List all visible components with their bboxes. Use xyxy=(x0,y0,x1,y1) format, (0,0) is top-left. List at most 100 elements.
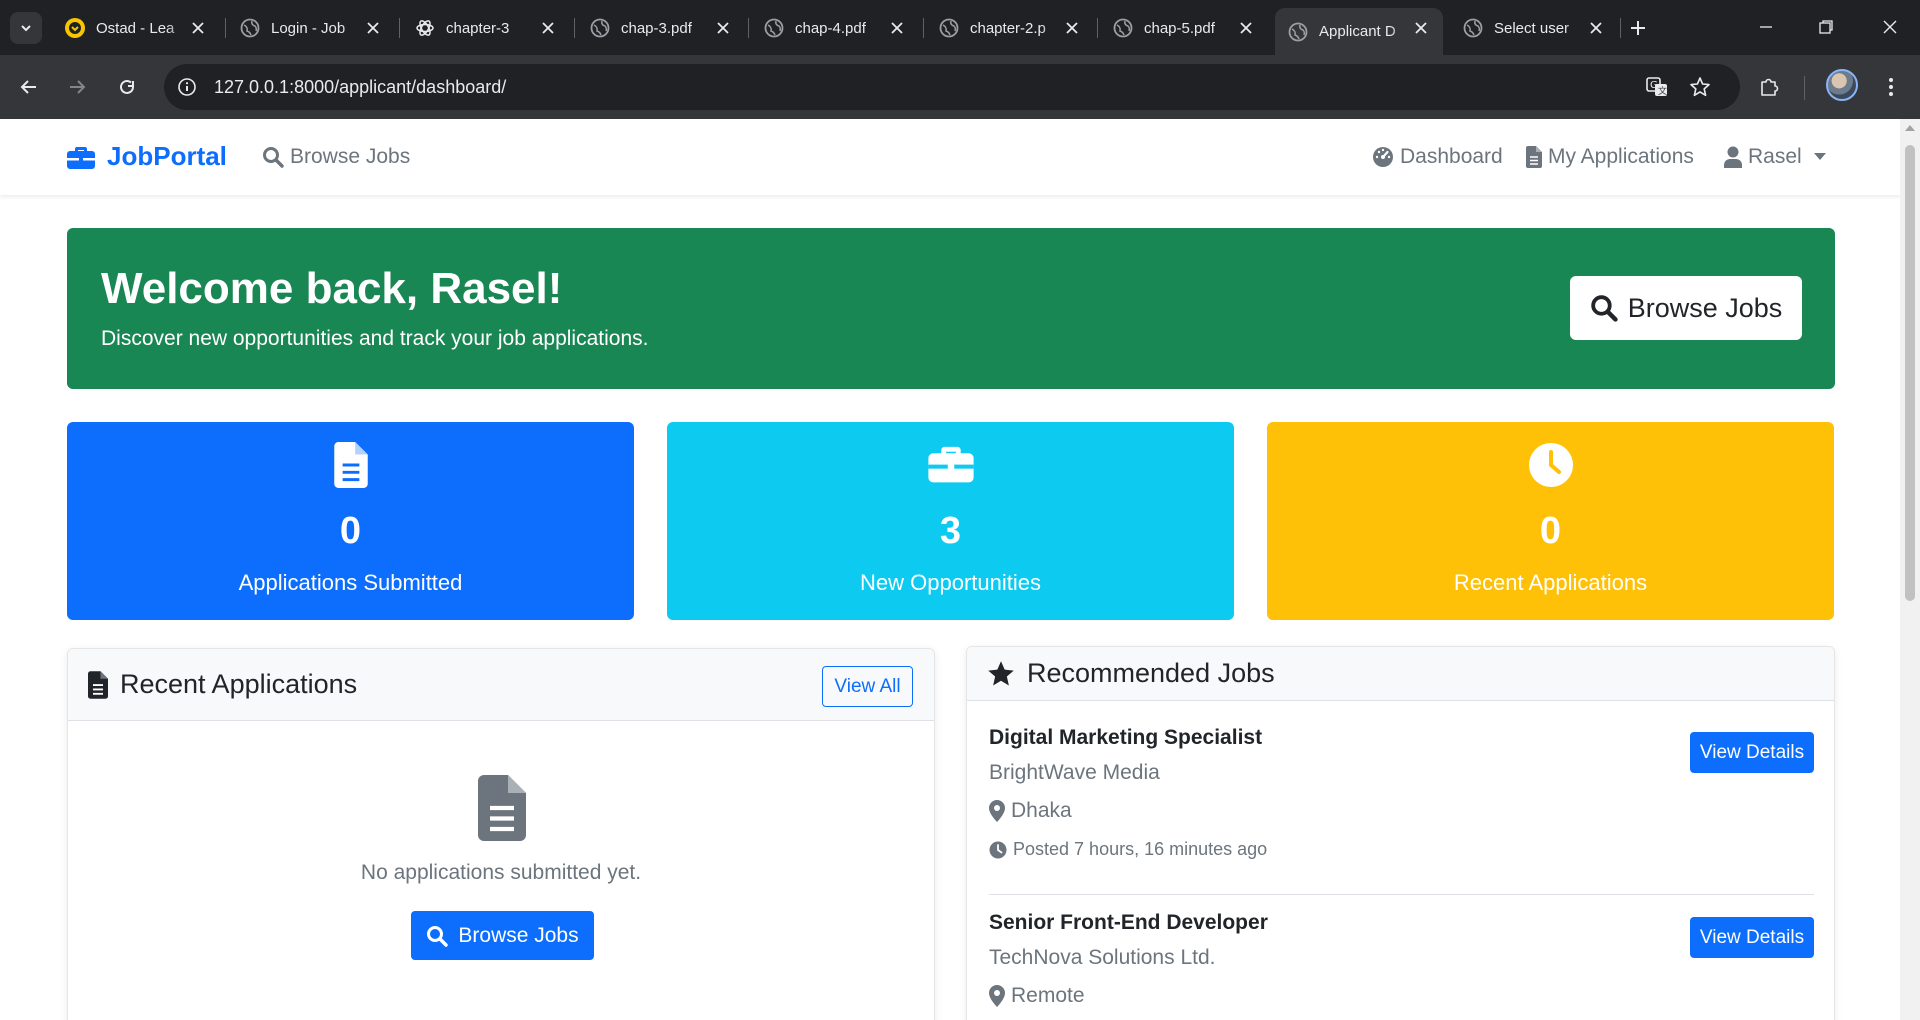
recent-applications-card: Recent Applications View All No applicat… xyxy=(67,648,935,1020)
chevron-down-icon xyxy=(21,25,31,32)
close-icon[interactable] xyxy=(887,18,907,38)
site-info-icon[interactable] xyxy=(176,76,198,98)
stat-label: Recent Applications xyxy=(1453,570,1648,595)
stat-card-new-opportunities: 3 New Opportunities xyxy=(667,422,1234,620)
user-menu-dropdown[interactable]: Rasel xyxy=(1724,145,1832,169)
close-icon[interactable] xyxy=(1586,18,1606,38)
arrow-left-icon xyxy=(20,80,36,94)
view-all-button[interactable]: View All xyxy=(822,666,913,707)
close-window-button[interactable] xyxy=(1870,12,1910,42)
job-listing: Senior Front-End Developer TechNova Solu… xyxy=(989,911,1814,1020)
hero-browse-jobs-label: Browse Jobs xyxy=(1627,292,1783,323)
browser-tab-select-user[interactable]: Select user xyxy=(1450,8,1618,48)
empty-browse-jobs-button[interactable]: Browse Jobs xyxy=(411,911,594,960)
extensions-button[interactable] xyxy=(1754,72,1784,102)
globe-icon xyxy=(239,17,261,39)
restore-icon xyxy=(1819,20,1833,34)
tab-separator xyxy=(574,18,575,38)
job-divider xyxy=(989,894,1814,895)
card-title-text: Recent Applications xyxy=(120,669,358,699)
tab-separator xyxy=(748,18,749,38)
new-tab-button[interactable] xyxy=(1624,14,1652,42)
browser-tab-chap-5-pdf[interactable]: chap-5.pdf xyxy=(1100,8,1268,48)
scroll-up-arrow[interactable] xyxy=(1905,125,1915,131)
nav-dashboard[interactable]: Dashboard xyxy=(1372,145,1503,169)
address-bar[interactable]: 127.0.0.1:8000/applicant/dashboard/ xyxy=(164,64,1740,110)
globe-icon xyxy=(1287,21,1309,43)
job-posted-time: Posted 7 hours, 16 minutes ago xyxy=(989,839,1267,860)
browser-tab-ostad[interactable]: Ostad - Lea xyxy=(52,8,220,48)
recent-applications-title: Recent Applications xyxy=(88,669,357,700)
view-details-button[interactable]: View Details xyxy=(1690,917,1814,958)
close-icon[interactable] xyxy=(1062,18,1082,38)
forward-button[interactable] xyxy=(62,72,92,102)
nav-browse-jobs[interactable]: Browse Jobs xyxy=(262,145,410,169)
hero-browse-jobs-button[interactable]: Browse Jobs xyxy=(1570,276,1802,340)
tab-search-button[interactable] xyxy=(10,12,42,44)
map-marker-icon xyxy=(989,985,1005,1007)
search-icon xyxy=(427,925,449,947)
minimize-button[interactable] xyxy=(1746,12,1786,42)
recommended-jobs-card: Recommended Jobs Digital Marketing Speci… xyxy=(966,646,1835,1020)
tab-title: Select user xyxy=(1494,19,1570,37)
search-icon xyxy=(263,147,284,168)
job-title[interactable]: Senior Front-End Developer xyxy=(989,911,1268,935)
close-icon[interactable] xyxy=(1411,18,1431,38)
close-icon[interactable] xyxy=(538,18,558,38)
caret-down-icon xyxy=(1813,153,1826,160)
stat-card-recent-applications: 0 Recent Applications xyxy=(1267,422,1834,620)
empty-state-file-icon xyxy=(477,775,527,846)
file-icon xyxy=(333,442,368,488)
stat-label: New Opportunities xyxy=(860,570,1041,595)
card-header: Recent Applications View All xyxy=(68,649,934,721)
user-name: Rasel xyxy=(1748,145,1802,168)
chatgpt-icon xyxy=(414,17,436,39)
job-title[interactable]: Digital Marketing Specialist xyxy=(989,726,1262,750)
nav-my-applications[interactable]: My Applications xyxy=(1526,145,1694,169)
browser-menu-button[interactable] xyxy=(1876,72,1906,102)
close-icon[interactable] xyxy=(713,18,733,38)
stat-value: 0 xyxy=(1539,510,1562,552)
restore-button[interactable] xyxy=(1806,12,1846,42)
back-button[interactable] xyxy=(14,72,44,102)
tab-separator xyxy=(399,18,400,38)
translate-button[interactable]: G文 xyxy=(1642,72,1672,102)
map-marker-icon xyxy=(989,800,1005,822)
recommended-jobs-title: Recommended Jobs xyxy=(987,658,1275,689)
close-icon[interactable] xyxy=(363,18,383,38)
job-location-text: Dhaka xyxy=(1011,799,1072,822)
svg-text:文: 文 xyxy=(1658,85,1667,97)
empty-state-text: No applications submitted yet. xyxy=(360,861,642,884)
url-text[interactable]: 127.0.0.1:8000/applicant/dashboard/ xyxy=(214,77,506,98)
search-icon xyxy=(1590,295,1618,322)
web-page: JobPortal Browse Jobs Dashboard My Appli… xyxy=(0,119,1900,1020)
brand-link[interactable]: JobPortal xyxy=(67,141,227,172)
clock-icon xyxy=(1528,443,1573,487)
tab-separator xyxy=(1097,18,1098,38)
view-details-button[interactable]: View Details xyxy=(1690,732,1814,773)
toolbar-separator xyxy=(1804,76,1805,100)
close-icon[interactable] xyxy=(188,18,208,38)
gauge-icon xyxy=(1373,147,1393,167)
reload-button[interactable] xyxy=(112,72,142,102)
scrollbar-thumb[interactable] xyxy=(1905,145,1915,601)
browser-tab-chap-3-pdf[interactable]: chap-3.pdf xyxy=(577,8,745,48)
tab-title: chap-3.pdf xyxy=(621,19,692,37)
tab-title: Login - Job xyxy=(271,19,346,37)
profile-avatar[interactable] xyxy=(1826,69,1858,101)
browser-tab-applicant-dashboard[interactable]: Applicant D xyxy=(1275,8,1443,55)
browser-tab-login[interactable]: Login - Job xyxy=(227,8,395,48)
tab-title: chapter-3 xyxy=(446,19,510,37)
bookmark-button[interactable] xyxy=(1685,72,1715,102)
browser-tab-chap-4-pdf[interactable]: chap-4.pdf xyxy=(751,8,919,48)
page-scrollbar[interactable] xyxy=(1900,119,1920,1020)
close-icon[interactable] xyxy=(1236,18,1256,38)
browser-tab-chapter-2[interactable]: chapter-2.p xyxy=(926,8,1094,48)
briefcase-icon xyxy=(927,446,974,483)
minimize-icon xyxy=(1760,26,1772,28)
tab-separator xyxy=(225,18,226,38)
star-outline-icon xyxy=(1690,77,1710,97)
stat-value: 3 xyxy=(939,510,962,552)
tab-separator xyxy=(923,18,924,38)
browser-tab-chapter-3[interactable]: chapter-3 xyxy=(402,8,570,48)
